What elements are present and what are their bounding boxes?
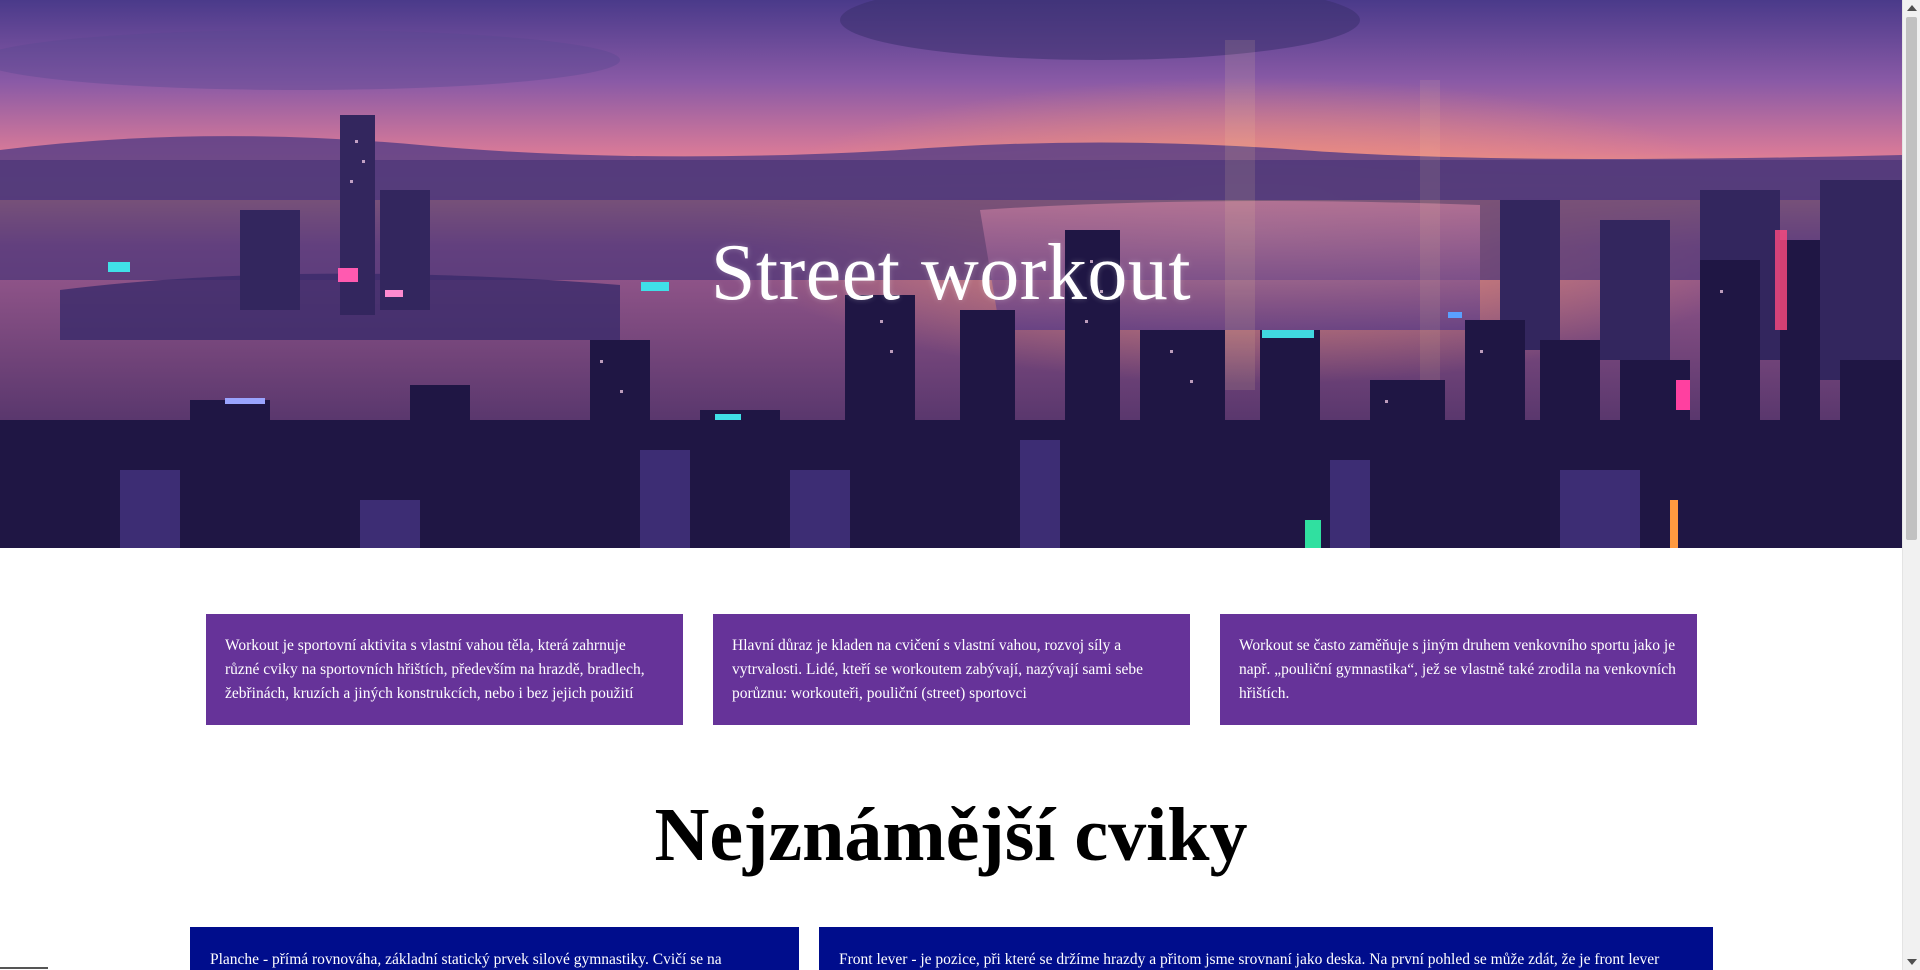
intro-card: Workout se často zaměňuje s jiným druhem… [1220, 614, 1697, 725]
scroll-down-arrow-icon[interactable] [1907, 959, 1917, 965]
scrollbar-thumb[interactable] [1906, 17, 1917, 540]
intro-card: Workout je sportovní aktivita s vlastní … [206, 614, 683, 725]
intro-card-text: Workout se často zaměňuje s jiným druhem… [1239, 637, 1676, 702]
intro-card-text: Workout je sportovní aktivita s vlastní … [225, 637, 645, 702]
bottom-divider [0, 967, 48, 969]
scroll-up-arrow-icon[interactable] [1907, 5, 1917, 11]
intro-card: Hlavní důraz je kladen na cvičení s vlas… [713, 614, 1190, 725]
hero-banner: Street workout [0, 0, 1902, 548]
exercise-card-text: Planche - přímá rovnováha, základní stat… [210, 951, 722, 968]
intro-card-text: Hlavní důraz je kladen na cvičení s vlas… [732, 637, 1144, 702]
exercise-card-front-lever: Front lever - je pozice, při které se dr… [819, 927, 1713, 970]
section-title: Nejznámější cviky [654, 793, 1248, 877]
hero-title: Street workout [710, 229, 1192, 317]
vertical-scrollbar[interactable] [1902, 0, 1920, 970]
exercise-card-text: Front lever - je pozice, při které se dr… [839, 951, 1660, 968]
exercise-card-planche: Planche - přímá rovnováha, základní stat… [190, 927, 799, 970]
